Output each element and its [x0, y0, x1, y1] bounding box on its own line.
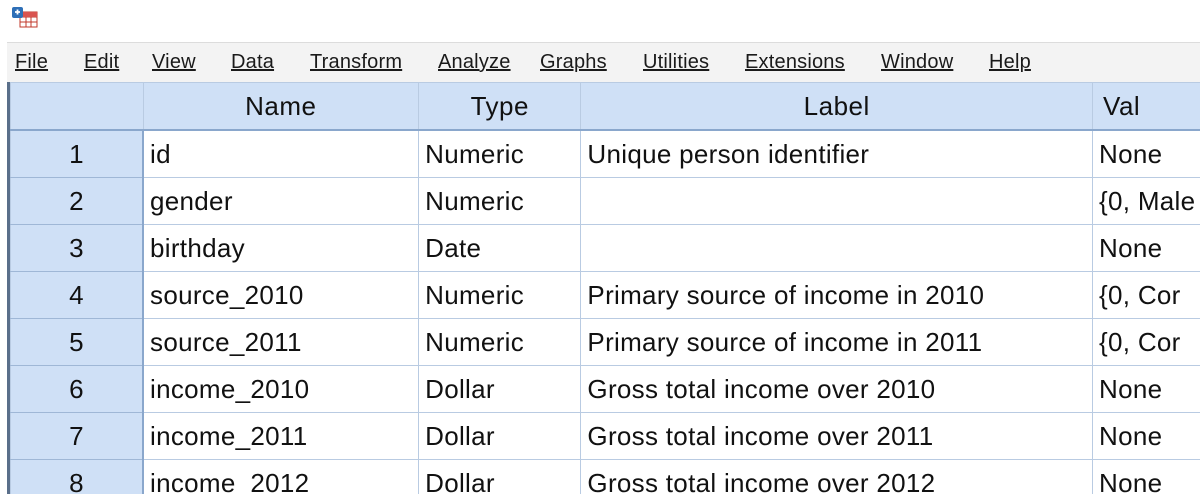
name-cell[interactable]: income_2010: [142, 365, 420, 413]
header-row: Name Type Label Val: [10, 82, 1200, 131]
type-cell[interactable]: Date: [418, 224, 582, 272]
label-cell[interactable]: Gross total income over 2011: [580, 412, 1094, 460]
type-cell[interactable]: Dollar: [418, 412, 582, 460]
values-cell[interactable]: None: [1092, 459, 1200, 494]
values-cell[interactable]: None: [1092, 412, 1200, 460]
label-cell[interactable]: Unique person identifier: [580, 129, 1094, 178]
values-cell[interactable]: {0, Cor: [1092, 318, 1200, 366]
menu-utilities[interactable]: Utilities: [643, 51, 709, 74]
type-cell[interactable]: Numeric: [418, 129, 582, 178]
menu-analyze[interactable]: Analyze: [438, 51, 511, 74]
row-number[interactable]: 4: [10, 271, 145, 319]
row-number[interactable]: 1: [10, 129, 145, 178]
menu-help[interactable]: Help: [989, 51, 1031, 74]
table-row: 8 income_2012 Dollar Gross total income …: [10, 459, 1200, 494]
label-cell[interactable]: Primary source of income in 2010: [580, 271, 1094, 319]
name-cell[interactable]: source_2010: [142, 271, 420, 319]
table-row: 3 birthday Date None: [10, 224, 1200, 272]
type-cell[interactable]: Numeric: [418, 271, 582, 319]
name-cell[interactable]: gender: [142, 177, 420, 225]
table-row: 7 income_2011 Dollar Gross total income …: [10, 412, 1200, 460]
menu-file[interactable]: File: [15, 51, 48, 74]
label-cell[interactable]: Gross total income over 2010: [580, 365, 1094, 413]
label-cell[interactable]: [580, 177, 1094, 225]
values-cell[interactable]: None: [1092, 365, 1200, 413]
variable-view-grid: Name Type Label Val 1 id Numeric Unique …: [7, 82, 1200, 494]
type-cell[interactable]: Dollar: [418, 459, 582, 494]
name-cell[interactable]: income_2012: [142, 459, 420, 494]
menu-extensions[interactable]: Extensions: [745, 51, 845, 74]
name-cell[interactable]: id: [142, 129, 420, 178]
spss-app-icon[interactable]: [11, 5, 39, 29]
row-number[interactable]: 5: [10, 318, 145, 366]
menu-graphs[interactable]: Graphs: [540, 51, 607, 74]
column-header-name[interactable]: Name: [142, 82, 420, 131]
table-row: 6 income_2010 Dollar Gross total income …: [10, 365, 1200, 413]
column-header-values[interactable]: Val: [1092, 82, 1200, 131]
row-number[interactable]: 8: [10, 459, 145, 494]
menu-bar: File Edit View Data Transform Analyze Gr…: [7, 42, 1200, 83]
variables-table: Name Type Label Val 1 id Numeric Unique …: [10, 82, 1200, 494]
table-row: 5 source_2011 Numeric Primary source of …: [10, 318, 1200, 366]
row-number[interactable]: 3: [10, 224, 145, 272]
corner-cell[interactable]: [10, 82, 144, 131]
menu-view[interactable]: View: [152, 51, 196, 74]
table-row: 1 id Numeric Unique person identifier No…: [10, 129, 1200, 178]
column-header-type[interactable]: Type: [418, 82, 582, 131]
row-number[interactable]: 7: [10, 412, 145, 460]
table-row: 4 source_2010 Numeric Primary source of …: [10, 271, 1200, 319]
type-cell[interactable]: Numeric: [418, 318, 582, 366]
values-cell[interactable]: {0, Cor: [1092, 271, 1200, 319]
menu-transform[interactable]: Transform: [310, 51, 402, 74]
title-bar: [0, 0, 1200, 42]
row-number[interactable]: 6: [10, 365, 145, 413]
menu-window[interactable]: Window: [881, 51, 953, 74]
label-cell[interactable]: Gross total income over 2012: [580, 459, 1094, 494]
values-cell[interactable]: None: [1092, 129, 1200, 178]
label-cell[interactable]: Primary source of income in 2011: [580, 318, 1094, 366]
type-cell[interactable]: Dollar: [418, 365, 582, 413]
table-row: 2 gender Numeric {0, Male: [10, 177, 1200, 225]
name-cell[interactable]: birthday: [142, 224, 420, 272]
type-cell[interactable]: Numeric: [418, 177, 582, 225]
name-cell[interactable]: source_2011: [142, 318, 420, 366]
values-cell[interactable]: None: [1092, 224, 1200, 272]
column-header-label[interactable]: Label: [580, 82, 1094, 131]
label-cell[interactable]: [580, 224, 1094, 272]
name-cell[interactable]: income_2011: [142, 412, 420, 460]
menu-data[interactable]: Data: [231, 51, 274, 74]
values-cell[interactable]: {0, Male: [1092, 177, 1200, 225]
menu-edit[interactable]: Edit: [84, 51, 119, 74]
row-number[interactable]: 2: [10, 177, 145, 225]
